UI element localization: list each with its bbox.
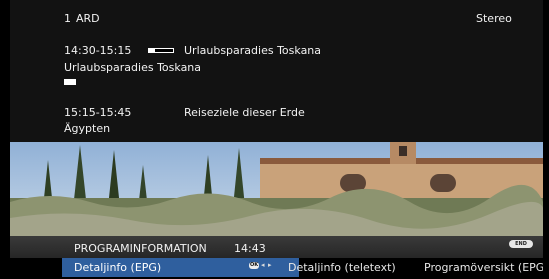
current-program-mini-bar bbox=[64, 79, 76, 85]
mini-progress-fill bbox=[65, 80, 75, 84]
left-border bbox=[0, 0, 10, 279]
next-program-time: 15:15-15:45 bbox=[64, 106, 132, 119]
right-arrow-icon: ▸ bbox=[268, 261, 272, 269]
audio-mode: Stereo bbox=[476, 12, 512, 25]
program-info-panel: 1 ARD Stereo 14:30-15:15 Urlaubsparadies… bbox=[10, 0, 543, 142]
next-program-subtitle: Ägypten bbox=[64, 122, 111, 135]
ok-button-icon: OK bbox=[249, 262, 259, 269]
menu-title: PROGRAMINFORMATION bbox=[74, 242, 207, 255]
channel-name: ARD bbox=[76, 12, 100, 25]
menu-clock: 14:43 bbox=[234, 242, 266, 255]
tv-broadcast-picture bbox=[10, 140, 543, 236]
end-button-icon[interactable]: END bbox=[509, 240, 533, 248]
current-program-subtitle: Urlaubsparadies Toskana bbox=[64, 61, 202, 74]
channel-number: 1 bbox=[64, 12, 71, 25]
next-program-title: Reiseziele dieser Erde bbox=[184, 106, 305, 119]
current-program-progress-bar bbox=[148, 48, 174, 53]
tab-program-overview-epg[interactable]: Programöversikt (EPG) bbox=[424, 258, 549, 277]
program-info-menu: PROGRAMINFORMATION 14:43 Detaljinfo (EPG… bbox=[10, 236, 549, 279]
right-border bbox=[543, 0, 549, 279]
current-program-time: 14:30-15:15 bbox=[64, 44, 132, 57]
tuscany-landscape-image bbox=[10, 140, 543, 236]
left-arrow-icon: ◂ bbox=[261, 261, 265, 269]
tv-screen: 1 ARD Stereo 14:30-15:15 Urlaubsparadies… bbox=[0, 0, 549, 279]
progress-fill bbox=[149, 49, 155, 52]
menu-header: PROGRAMINFORMATION 14:43 bbox=[10, 236, 543, 258]
current-program-title: Urlaubsparadies Toskana bbox=[184, 44, 322, 57]
tab-detail-info-teletext[interactable]: Detaljinfo (teletext) bbox=[288, 258, 396, 277]
